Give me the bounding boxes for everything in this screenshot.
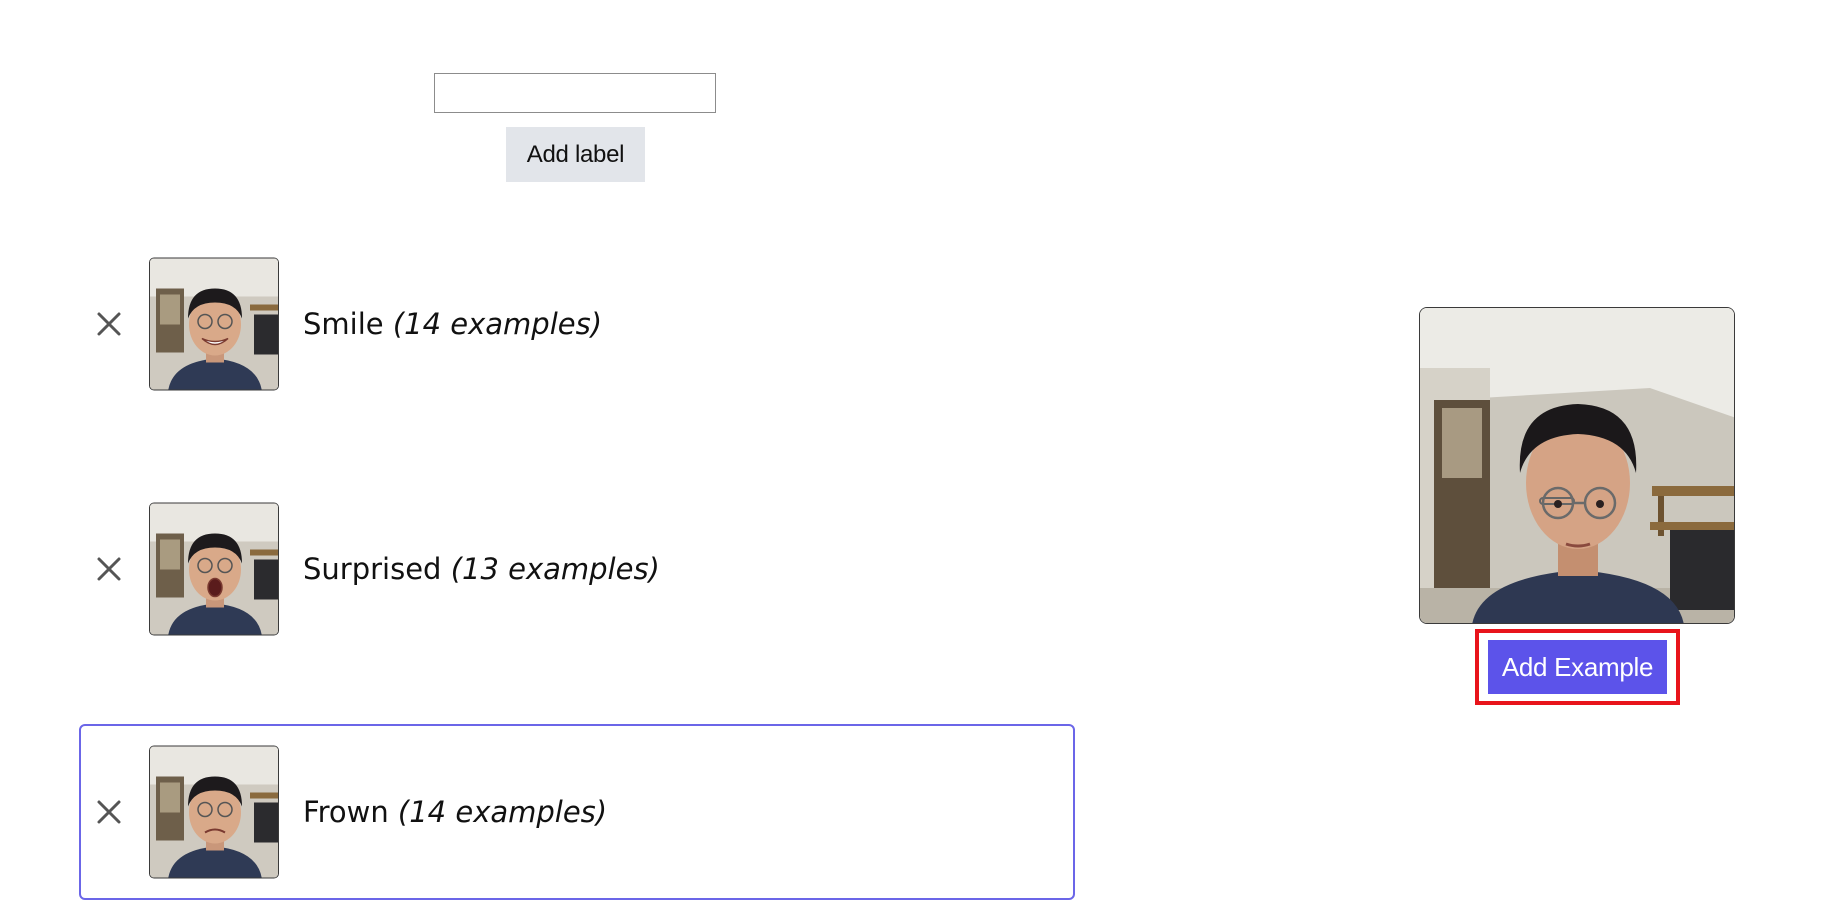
label-name: Frown xyxy=(303,795,389,829)
label-row-smile[interactable]: Smile (14 examples) xyxy=(79,236,1075,412)
example-thumbnail xyxy=(149,745,279,879)
example-count: (14 examples) xyxy=(397,795,608,829)
label-name: Smile xyxy=(303,307,384,341)
add-example-button[interactable]: Add Example xyxy=(1488,640,1667,694)
label-row-surprised[interactable]: Surprised (13 examples) xyxy=(79,481,1075,657)
label-text: Surprised (13 examples) xyxy=(303,552,660,586)
label-row-frown[interactable]: Frown (14 examples) xyxy=(79,724,1075,900)
webcam-preview xyxy=(1419,307,1735,624)
label-name: Surprised xyxy=(303,552,442,586)
example-thumbnail xyxy=(149,257,279,391)
label-name-input[interactable] xyxy=(434,73,716,113)
example-count: (13 examples) xyxy=(450,552,660,586)
example-thumbnail xyxy=(149,502,279,636)
add-label-button[interactable]: Add label xyxy=(506,127,645,182)
add-example-highlight: Add Example xyxy=(1475,629,1680,705)
close-icon[interactable] xyxy=(91,794,127,830)
close-icon[interactable] xyxy=(91,306,127,342)
example-count: (14 examples) xyxy=(392,307,603,341)
page: Add label Smile (14 examples) Surprised … xyxy=(0,0,1835,912)
close-icon[interactable] xyxy=(91,551,127,587)
label-text: Frown (14 examples) xyxy=(303,795,607,829)
label-text: Smile (14 examples) xyxy=(303,307,602,341)
